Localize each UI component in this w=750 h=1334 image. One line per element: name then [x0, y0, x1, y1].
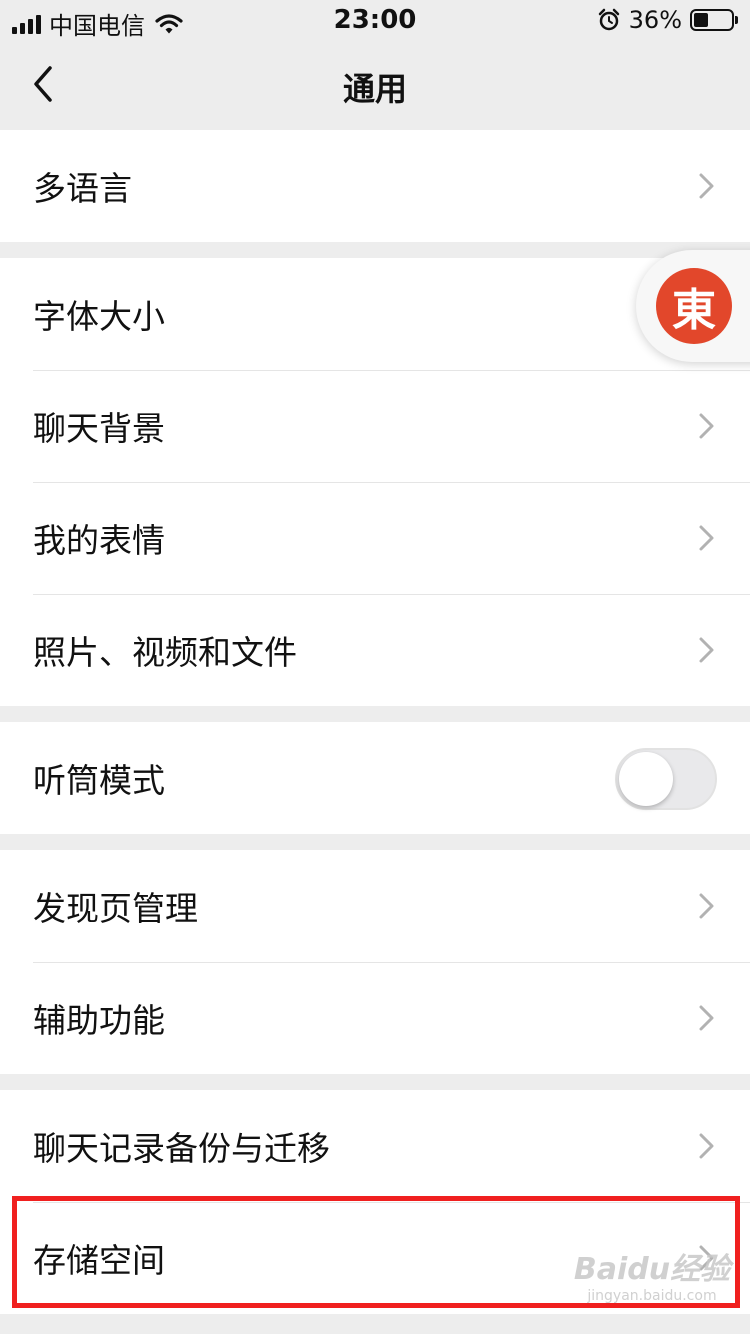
chevron-right-icon: [699, 525, 714, 551]
chevron-right-icon: [699, 1133, 714, 1159]
setting-label: 我的表情: [33, 521, 165, 560]
setting-label: 听筒模式: [33, 761, 165, 800]
settings-group-language: 多语言: [0, 130, 750, 242]
status-bar: 中国电信 23:00 36%: [0, 0, 750, 40]
chevron-right-icon: [699, 637, 714, 663]
setting-label: 存储空间: [33, 1241, 165, 1280]
setting-label: 辅助功能: [33, 1001, 165, 1040]
alarm-icon: [598, 8, 619, 31]
setting-label: 发现页管理: [33, 889, 198, 928]
setting-label: 照片、视频和文件: [33, 633, 297, 672]
battery-icon: [690, 9, 738, 31]
setting-row-earpiece-mode: 听筒模式: [0, 722, 750, 834]
settings-group-discover: 发现页管理 辅助功能: [0, 850, 750, 1074]
page-title: 通用: [342, 70, 407, 108]
setting-row-chat-background[interactable]: 聊天背景: [0, 370, 750, 482]
setting-row-my-stickers[interactable]: 我的表情: [0, 482, 750, 594]
watermark-url: jingyan.baidu.com: [587, 1288, 717, 1304]
chevron-right-icon: [699, 893, 714, 919]
setting-row-discover-management[interactable]: 发现页管理: [0, 850, 750, 962]
earpiece-mode-toggle[interactable]: [615, 748, 717, 810]
setting-row-accessibility[interactable]: 辅助功能: [0, 962, 750, 1074]
setting-row-chat-backup-migration[interactable]: 聊天记录备份与迁移: [0, 1090, 750, 1202]
baidu-watermark: Baidu经验 jingyan.baidu.com: [572, 1244, 732, 1318]
setting-label: 多语言: [33, 169, 132, 208]
setting-row-photos-videos-files[interactable]: 照片、视频和文件: [0, 594, 750, 706]
settings-group-earpiece: 听筒模式: [0, 722, 750, 834]
setting-row-language[interactable]: 多语言: [0, 130, 750, 242]
navigation-bar: 通用: [0, 40, 750, 130]
setting-label: 字体大小: [33, 297, 165, 336]
watermark-brand: Baidu经验: [573, 1252, 731, 1287]
jd-logo-icon: 東: [656, 268, 732, 344]
chevron-right-icon: [699, 413, 714, 439]
floating-app-badge[interactable]: 東: [636, 250, 750, 362]
toggle-knob: [619, 752, 673, 806]
chevron-right-icon: [699, 1005, 714, 1031]
chevron-right-icon: [699, 173, 714, 199]
setting-label: 聊天背景: [33, 409, 165, 448]
battery-percent: 36%: [628, 6, 682, 34]
setting-label: 聊天记录备份与迁移: [33, 1129, 330, 1168]
settings-group-display: 字体大小 聊天背景 我的表情 照片、视频和文件: [0, 258, 750, 706]
